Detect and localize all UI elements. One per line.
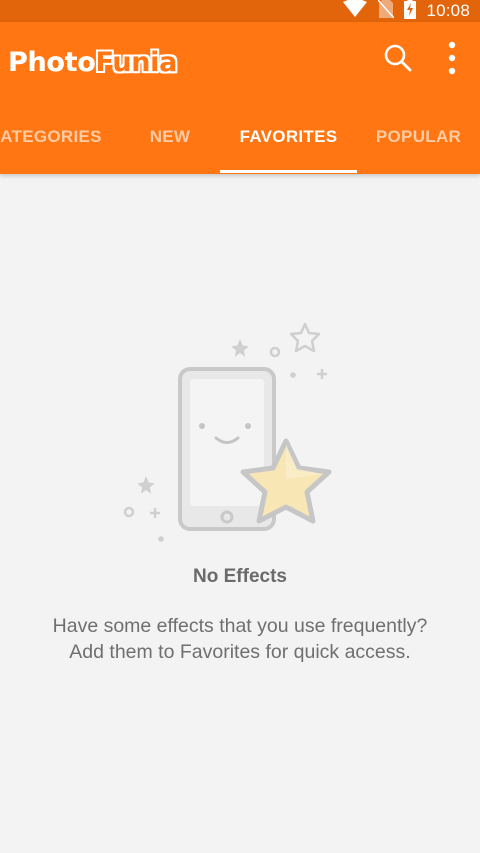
status-time: 10:08 (426, 1, 470, 20)
logo-text-funia: Funia (95, 46, 178, 78)
favorites-content: No Effects Have some effects that you us… (0, 174, 480, 853)
status-bar: 10:08 (0, 0, 480, 22)
search-button[interactable] (378, 40, 418, 80)
tab-bar: ATEGORIES NEW FAVORITES POPULAR (0, 100, 480, 174)
toolbar: Photo Funia (0, 22, 480, 100)
app-logo: Photo Funia (8, 42, 177, 82)
tab-indicator (220, 170, 357, 173)
tab-favorites[interactable]: FAVORITES (220, 100, 357, 174)
search-icon (383, 43, 413, 78)
tab-categories[interactable]: ATEGORIES (0, 100, 112, 174)
logo-text-photo: Photo (8, 46, 96, 78)
no-sim-icon (377, 0, 396, 24)
battery-charging-icon (404, 0, 417, 24)
app-bar: Photo Funia ATEGORIES NEW FAVORITES POPU… (0, 22, 480, 174)
phone-with-star-icon (110, 314, 360, 554)
empty-state-description: Have some effects that you use frequentl… (52, 615, 428, 663)
empty-state-title: No Effects (193, 566, 287, 587)
more-options-button[interactable] (432, 40, 472, 80)
more-vert-icon (447, 41, 457, 80)
wifi-icon (342, 0, 368, 23)
tab-popular[interactable]: POPULAR (357, 100, 480, 174)
tab-new[interactable]: NEW (120, 100, 220, 174)
